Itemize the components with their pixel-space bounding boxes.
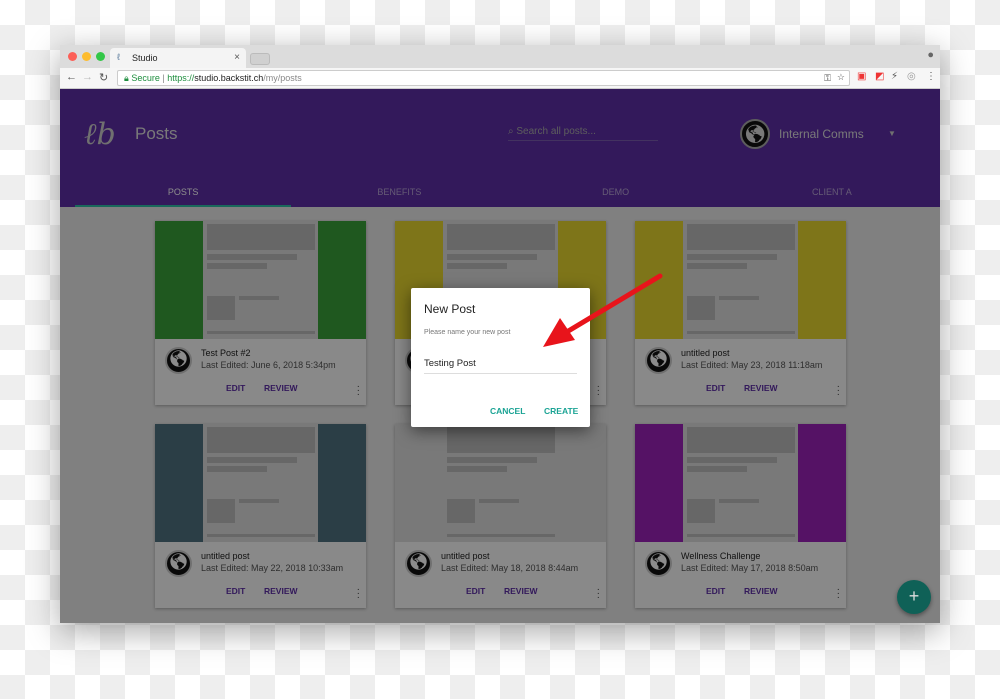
extension-plug-icon[interactable]: ⚡︎	[891, 71, 898, 82]
lock-icon: 🔒︎	[124, 73, 129, 83]
url-host: studio.backstit.ch	[194, 73, 264, 83]
add-post-button[interactable]: +	[897, 580, 931, 614]
create-button[interactable]: CREATE	[544, 406, 578, 416]
forward-icon[interactable]: →	[82, 71, 93, 83]
tab-title: Studio	[132, 53, 158, 63]
maximize-window-button[interactable]	[96, 52, 105, 61]
extension-pen-icon[interactable]: ◩	[875, 71, 884, 82]
dialog-title: New Post	[424, 302, 476, 316]
back-icon[interactable]: ←	[66, 71, 77, 83]
browser-tab[interactable]: ℓ Studio ×	[110, 48, 246, 68]
post-name-input[interactable]	[424, 358, 577, 374]
star-icon[interactable]: ☆	[837, 72, 845, 83]
close-window-button[interactable]	[68, 52, 77, 61]
new-post-dialog: New Post Please name your new post CANCE…	[411, 288, 590, 427]
url-scheme: https://	[167, 73, 195, 83]
profile-icon[interactable]: ●	[927, 49, 934, 61]
extension-globe-icon[interactable]: ◎	[907, 71, 916, 82]
favicon-icon: ℓ	[117, 52, 120, 62]
menu-icon[interactable]: ⋮	[926, 71, 936, 82]
extension-calendar-icon[interactable]: ▣	[857, 71, 866, 82]
reload-icon[interactable]: ↻	[99, 71, 108, 84]
secure-label: Secure	[131, 73, 160, 83]
new-tab-button[interactable]	[250, 53, 270, 65]
tab-bar: ℓ Studio × ●	[60, 45, 940, 68]
url-path: /my/posts	[263, 73, 302, 83]
minimize-window-button[interactable]	[82, 52, 91, 61]
key-icon[interactable]: ⚿	[824, 73, 831, 84]
close-tab-icon[interactable]: ×	[234, 52, 240, 63]
cancel-button[interactable]: CANCEL	[490, 406, 525, 416]
dialog-hint: Please name your new post	[424, 329, 511, 336]
address-bar-row: ← → ↻ 🔒︎ Secure | https://studio.backsti…	[60, 68, 940, 89]
url-input[interactable]: 🔒︎ Secure | https://studio.backstit.ch/m…	[117, 70, 850, 86]
